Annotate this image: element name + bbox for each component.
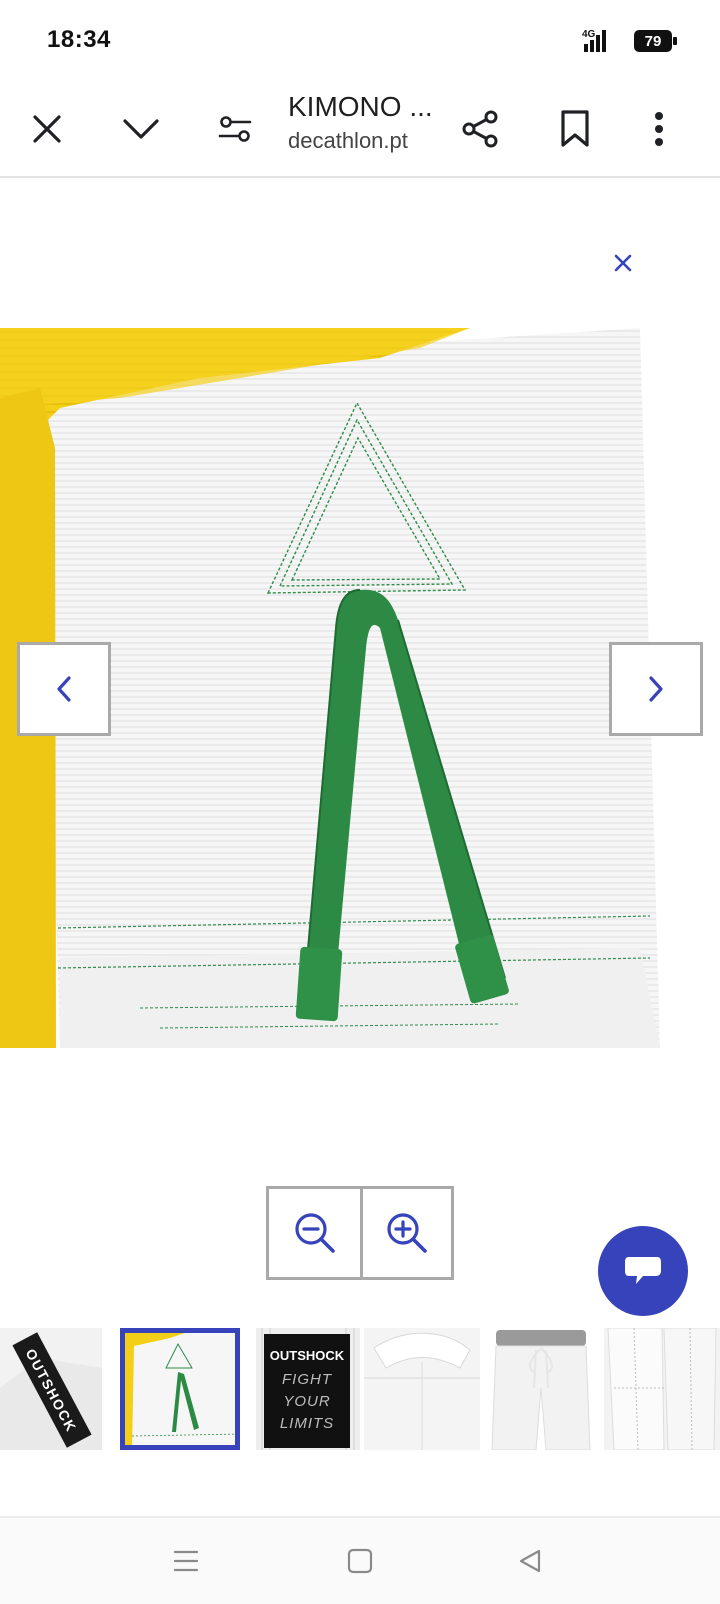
zoom-out-icon <box>294 1213 335 1253</box>
page-title-block[interactable]: KIMONO ... decathlon.pt <box>288 88 448 156</box>
back-icon <box>519 1549 541 1573</box>
thumbnail-6[interactable] <box>604 1328 720 1450</box>
zoom-out-button[interactable] <box>269 1189 360 1277</box>
bookmark-icon <box>561 110 589 147</box>
thumbnail-5[interactable] <box>486 1328 596 1450</box>
thumbnail-4[interactable] <box>364 1328 480 1450</box>
page-domain: decathlon.pt <box>288 128 408 153</box>
zoom-in-button[interactable] <box>360 1189 451 1277</box>
close-tab-button[interactable] <box>12 80 82 178</box>
status-bar: 18:34 4G 79 <box>0 0 720 80</box>
chat-button[interactable] <box>598 1226 688 1316</box>
tune-icon <box>218 116 252 142</box>
thumbnail-3-line-2: FIGHT <box>282 1371 333 1388</box>
thumbnail-strip: OUTSHOCK OUTSHOCK FIGHT YOUR LIMITS <box>0 1328 720 1450</box>
chevron-left-icon <box>57 676 71 702</box>
next-image-button[interactable] <box>609 642 703 736</box>
page-title: KIMONO ... <box>288 91 433 122</box>
viewer-close-button[interactable] <box>606 246 640 280</box>
bookmark-button[interactable] <box>540 80 610 178</box>
chevron-right-icon <box>649 676 663 702</box>
browser-top-bar: KIMONO ... decathlon.pt <box>0 80 720 178</box>
thumbnail-3-line-1: OUTSHOCK <box>270 1348 345 1363</box>
thumbnail-3-line-4: LIMITS <box>280 1415 334 1432</box>
close-icon <box>33 115 61 143</box>
thumbnail-1[interactable]: OUTSHOCK <box>0 1328 102 1450</box>
chat-bubble-icon <box>625 1257 661 1284</box>
battery-icon: 79 <box>634 30 678 52</box>
home-button[interactable] <box>330 1536 390 1586</box>
more-vert-icon <box>655 112 663 146</box>
previous-image-button[interactable] <box>17 642 111 736</box>
recent-apps-button[interactable] <box>156 1536 216 1586</box>
thumbnail-2[interactable] <box>120 1328 240 1450</box>
close-icon <box>614 254 632 272</box>
zoom-controls <box>266 1186 454 1280</box>
page-settings-button[interactable] <box>200 80 270 178</box>
minimize-tab-button[interactable] <box>106 80 176 178</box>
network-label: 4G <box>582 29 596 40</box>
share-icon <box>462 110 498 148</box>
system-navigation-bar <box>0 1516 720 1604</box>
more-options-button[interactable] <box>624 80 694 178</box>
menu-icon <box>173 1550 199 1572</box>
status-time: 18:34 <box>47 26 111 53</box>
signal-icon: 4G <box>578 28 622 54</box>
back-button[interactable] <box>500 1536 560 1586</box>
home-icon <box>347 1548 373 1574</box>
share-button[interactable] <box>446 80 516 178</box>
thumbnail-3[interactable]: OUTSHOCK FIGHT YOUR LIMITS <box>256 1328 360 1450</box>
zoom-in-icon <box>387 1213 427 1253</box>
thumbnail-3-line-3: YOUR <box>283 1393 330 1410</box>
battery-level: 79 <box>645 33 662 50</box>
chevron-down-icon <box>123 119 159 139</box>
